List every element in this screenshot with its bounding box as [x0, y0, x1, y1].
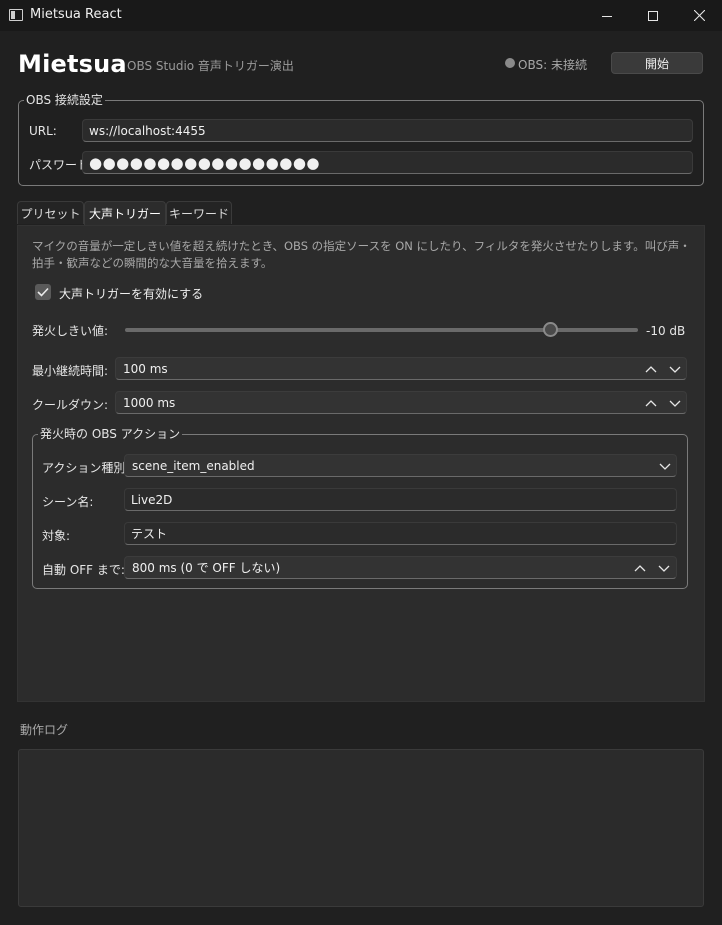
tab-preset[interactable]: プリセット — [17, 201, 84, 224]
password-input[interactable]: ●●●●●●●●●●●●●●●●● — [82, 151, 693, 174]
window-title: Mietsua React — [30, 7, 122, 22]
app-window-icon — [9, 9, 23, 21]
chevron-up-icon[interactable] — [634, 564, 646, 572]
action-type-value: scene_item_enabled — [132, 458, 255, 473]
tab-loud-trigger[interactable]: 大声トリガー — [84, 201, 166, 225]
enable-checkbox[interactable] — [35, 284, 51, 300]
start-button[interactable]: 開始 — [611, 52, 703, 74]
auto-off-spinbox[interactable]: 800 ms (0 で OFF しない) — [124, 556, 677, 579]
maximize-icon — [648, 10, 658, 21]
scene-input[interactable]: Live2D — [124, 488, 677, 511]
enable-label: 大声トリガーを有効にする — [59, 287, 204, 301]
obs-status-text: OBS: 未接続 — [518, 58, 587, 72]
tab-keyword[interactable]: キーワード — [166, 201, 232, 224]
close-button[interactable] — [676, 0, 722, 31]
scene-label: シーン名: — [42, 495, 94, 509]
threshold-slider-track[interactable] — [125, 328, 638, 332]
check-icon — [37, 287, 49, 297]
min-duration-spinbox[interactable]: 100 ms — [115, 357, 687, 380]
target-label: 対象: — [42, 529, 71, 543]
chevron-down-icon[interactable] — [669, 365, 681, 373]
status-dot-icon — [505, 58, 515, 68]
connection-legend: OBS 接続設定 — [24, 93, 105, 107]
cooldown-value: 1000 ms — [123, 395, 176, 410]
url-label: URL: — [29, 124, 57, 138]
chevron-down-icon[interactable] — [659, 462, 671, 470]
action-legend: 発火時の OBS アクション — [38, 427, 183, 441]
minimize-icon — [602, 15, 612, 17]
app-subtitle: OBS Studio 音声トリガー演出 — [127, 59, 294, 73]
threshold-value: -10 dB — [646, 324, 686, 338]
auto-off-value: 800 ms (0 で OFF しない) — [132, 561, 281, 575]
maximize-button[interactable] — [630, 0, 676, 31]
chevron-down-icon[interactable] — [658, 564, 670, 572]
chevron-up-icon[interactable] — [645, 365, 657, 373]
app-title: Mietsua — [18, 50, 127, 78]
min-duration-value: 100 ms — [123, 361, 168, 376]
threshold-label: 発火しきい値: — [32, 324, 109, 338]
log-output[interactable] — [18, 749, 704, 907]
chevron-down-icon[interactable] — [669, 399, 681, 407]
cooldown-spinbox[interactable]: 1000 ms — [115, 391, 687, 414]
auto-off-label: 自動 OFF まで: — [42, 563, 125, 577]
target-input[interactable]: テスト — [124, 522, 677, 545]
minimize-button[interactable] — [584, 0, 630, 31]
cooldown-label: クールダウン: — [32, 398, 109, 412]
log-label: 動作ログ — [20, 723, 69, 737]
trigger-description: マイクの音量が一定しきい値を超え続けたとき、OBS の指定ソースを ON にした… — [32, 239, 691, 270]
chevron-up-icon[interactable] — [645, 399, 657, 407]
action-type-select[interactable]: scene_item_enabled — [124, 454, 677, 477]
min-duration-label: 最小継続時間: — [32, 364, 109, 378]
url-input[interactable]: ws://localhost:4455 — [82, 119, 693, 142]
action-type-label: アクション種別: — [42, 461, 130, 475]
close-icon — [693, 10, 705, 21]
